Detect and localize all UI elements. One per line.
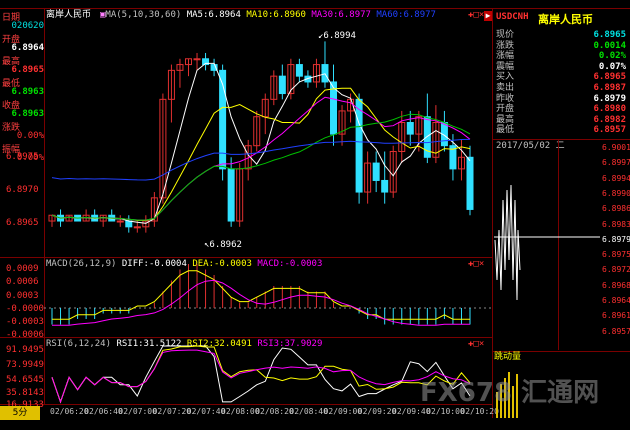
watermark: FX678 汇通网 [420,378,600,408]
tick-price-line [494,184,521,301]
volume-label: 跳动量 [494,352,522,362]
tick-chart[interactable] [0,0,630,430]
